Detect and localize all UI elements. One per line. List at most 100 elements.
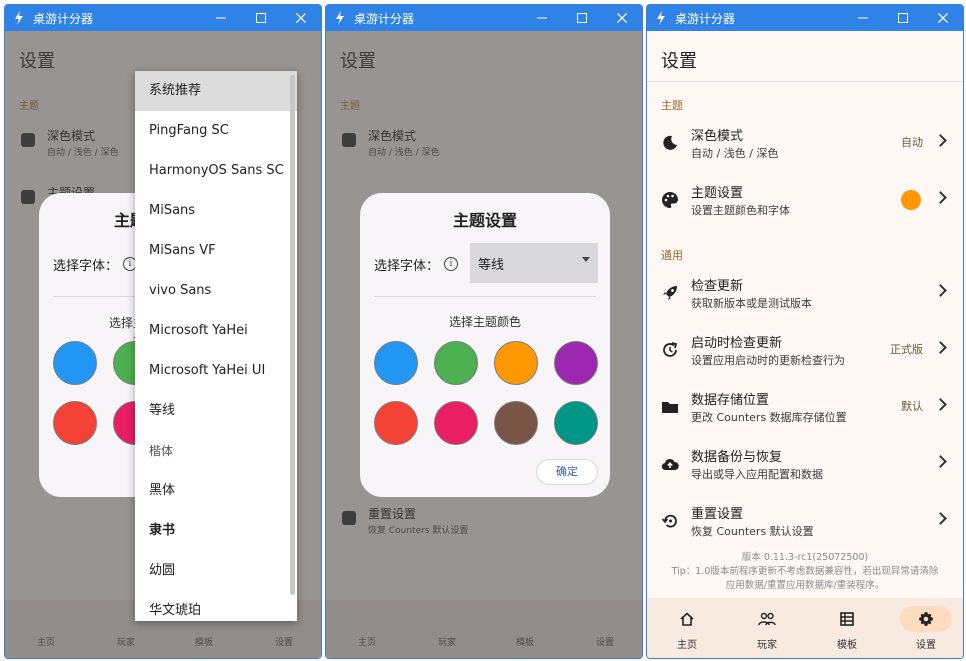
maximize-button[interactable]	[562, 5, 602, 31]
title-bar: 桌游计分器	[5, 5, 321, 31]
row-subtitle: 导出或导入应用配置和数据	[691, 468, 823, 481]
close-button[interactable]	[923, 5, 963, 31]
color-label: 选择主题颜色	[448, 315, 521, 329]
dialog-title: 主题设置	[452, 211, 517, 230]
maximize-button[interactable]	[241, 5, 281, 31]
font-option[interactable]: HarmonyOS Sans SC	[135, 151, 297, 191]
color-swatch-red[interactable]	[374, 401, 418, 445]
maximize-button[interactable]	[883, 5, 923, 31]
row-reset-settings[interactable]: 重置设置 恢复 Counters 默认设置	[647, 495, 963, 547]
header-divider	[647, 81, 963, 82]
row-value: 自动	[901, 136, 923, 149]
color-swatch-red[interactable]	[53, 401, 97, 445]
window-font-menu: 桌游计分器 设置 主题 深色模式自动 / 浅色 / 深色 主题设置设置主题颜色和…	[4, 4, 322, 659]
font-label: 选择字体：	[53, 259, 119, 274]
rocket-icon	[661, 284, 679, 302]
row-subtitle: 恢复 Counters 默认设置	[691, 525, 814, 538]
window-content: 设置 主题 深色模式 自动 / 浅色 / 深色 自动 主题设置 设置主题颜色和字…	[647, 31, 963, 658]
window-title: 桌游计分器	[354, 11, 415, 26]
row-storage-location[interactable]: 数据存储位置 更改 Counters 数据库存储位置 默认	[647, 381, 963, 433]
window-title: 桌游计分器	[675, 11, 736, 26]
cloud-upload-icon	[661, 455, 679, 473]
font-dropdown-menu: 系统推荐 PingFang SC HarmonyOS Sans SC MiSan…	[135, 71, 297, 621]
info-icon[interactable]: i	[444, 257, 458, 271]
folder-icon	[661, 398, 679, 416]
color-swatch-blue[interactable]	[374, 341, 418, 385]
font-option[interactable]: PingFang SC	[135, 111, 297, 151]
color-swatch-blue[interactable]	[53, 341, 97, 385]
section-label-general: 通用	[661, 249, 683, 262]
font-option[interactable]: MiSans	[135, 191, 297, 231]
window-content: 设置 主题 深色模式自动 / 浅色 / 深色 主题设置设置主题颜色和字体 主页 …	[5, 31, 321, 658]
section-label-theme: 主题	[661, 99, 683, 112]
bottom-nav: 主页 玩家 模板 设置	[647, 598, 963, 658]
font-option[interactable]: 楷体	[135, 431, 297, 471]
chevron-right-icon	[934, 455, 947, 468]
row-backup-restore[interactable]: 数据备份与恢复 导出或导入应用配置和数据	[647, 438, 963, 490]
row-subtitle: 获取新版本或是测试版本	[691, 297, 812, 310]
font-option[interactable]: 系统推荐	[135, 71, 297, 111]
row-value: 正式版	[890, 343, 923, 356]
row-theme-settings[interactable]: 主题设置 设置主题颜色和字体	[647, 174, 963, 226]
gear-icon	[900, 606, 952, 632]
nav-players[interactable]: 玩家	[737, 606, 797, 651]
palette-icon	[661, 191, 679, 209]
font-option[interactable]: Microsoft YaHei UI	[135, 351, 297, 391]
row-title: 启动时检查更新	[691, 336, 783, 351]
minimize-button[interactable]	[843, 5, 883, 31]
close-button[interactable]	[281, 5, 321, 31]
row-title: 检查更新	[691, 279, 744, 294]
home-icon	[661, 606, 713, 632]
nav-settings[interactable]: 设置	[896, 606, 956, 651]
nav-templates[interactable]: 模板	[817, 606, 877, 651]
app-logo-icon	[13, 11, 27, 25]
font-option[interactable]: 幼圆	[135, 551, 297, 591]
chevron-right-icon	[934, 398, 947, 411]
window-title: 桌游计分器	[33, 11, 94, 26]
font-option[interactable]: vivo Sans	[135, 271, 297, 311]
row-subtitle: 自动 / 浅色 / 深色	[691, 147, 779, 160]
font-option[interactable]: 黑体	[135, 471, 297, 511]
font-option[interactable]: 等线	[135, 391, 297, 431]
font-select[interactable]: 等线	[470, 243, 598, 283]
row-startup-update[interactable]: 启动时检查更新 设置应用启动时的更新检查行为 正式版	[647, 324, 963, 376]
font-select-value: 等线	[478, 257, 505, 273]
page-title: 设置	[661, 51, 697, 72]
confirm-button[interactable]: 确定	[536, 459, 598, 485]
row-subtitle: 设置主题颜色和字体	[691, 204, 790, 217]
minimize-button[interactable]	[522, 5, 562, 31]
app-logo-icon	[334, 11, 348, 25]
color-swatch-pink[interactable]	[434, 401, 478, 445]
menu-scrollbar[interactable]	[290, 75, 295, 595]
row-title: 重置设置	[691, 507, 744, 522]
chevron-right-icon	[934, 134, 947, 147]
chevron-right-icon	[934, 341, 947, 354]
color-swatch-orange[interactable]	[494, 341, 538, 385]
font-label: 选择字体：	[374, 259, 440, 274]
theme-color-indicator	[901, 190, 921, 210]
font-option[interactable]: MiSans VF	[135, 231, 297, 271]
row-subtitle: 设置应用启动时的更新检查行为	[691, 354, 845, 367]
font-option[interactable]: 华文琥珀	[135, 591, 297, 621]
chevron-right-icon	[934, 284, 947, 297]
chevron-right-icon	[934, 512, 947, 525]
color-swatch-green[interactable]	[434, 341, 478, 385]
row-dark-mode[interactable]: 深色模式 自动 / 浅色 / 深色 自动	[647, 117, 963, 169]
minimize-button[interactable]	[201, 5, 241, 31]
font-option[interactable]: 隶书	[135, 511, 297, 551]
moon-icon	[661, 134, 679, 152]
nav-home[interactable]: 主页	[657, 606, 717, 651]
color-swatch-brown[interactable]	[494, 401, 538, 445]
row-subtitle: 更改 Counters 数据库存储位置	[691, 411, 847, 424]
chevron-right-icon	[934, 191, 947, 204]
color-swatch-purple[interactable]	[554, 341, 598, 385]
restore-icon	[661, 512, 679, 530]
row-value: 默认	[901, 400, 923, 413]
tip-text-line2: 应用数据/重置应用数据库/重装程序。	[725, 580, 885, 591]
close-button[interactable]	[602, 5, 642, 31]
color-swatch-teal[interactable]	[554, 401, 598, 445]
row-title: 深色模式	[691, 129, 744, 144]
row-check-update[interactable]: 检查更新 获取新版本或是测试版本	[647, 267, 963, 319]
font-option[interactable]: Microsoft YaHei	[135, 311, 297, 351]
dropdown-caret-icon	[582, 257, 590, 262]
